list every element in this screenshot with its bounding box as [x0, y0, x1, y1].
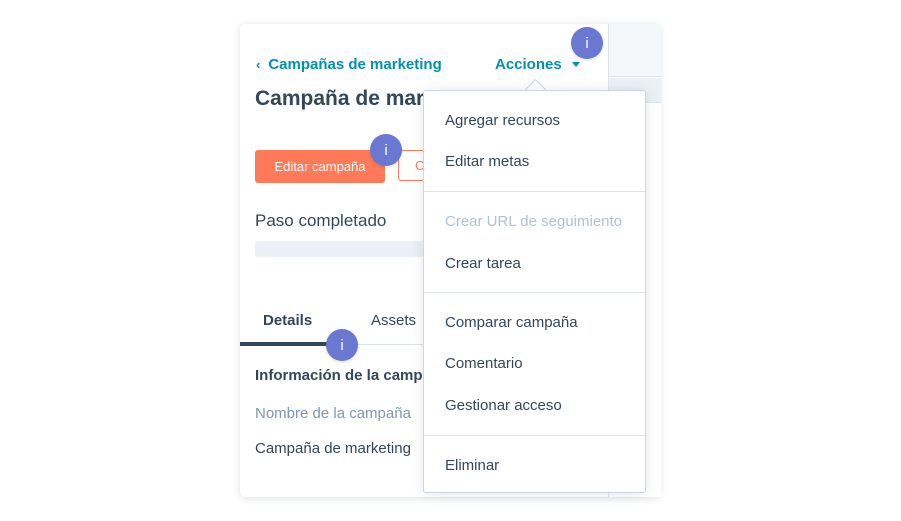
menu-item-create-task[interactable]: Crear tarea: [445, 255, 521, 272]
chevron-left-icon: ‹: [256, 56, 261, 72]
section-heading: Información de la campaña: [255, 367, 425, 384]
menu-item-create-tracking-url: Crear URL de seguimiento: [445, 213, 623, 230]
right-column-header: [609, 24, 661, 77]
breadcrumb-back-link[interactable]: ‹ Campañas de marketing: [256, 54, 442, 74]
menu-divider: [424, 292, 645, 293]
menu-divider: [424, 191, 645, 192]
active-tab-indicator: [240, 342, 330, 346]
page-title: Campaña de marketing de goteo por correo: [255, 87, 425, 110]
menu-item-edit-goals[interactable]: Editar metas: [445, 153, 529, 170]
tab-assets[interactable]: Assets: [371, 312, 416, 329]
caret-down-icon: [571, 61, 580, 67]
breadcrumb-label: Campañas de marketing: [268, 55, 442, 73]
actions-menu: Agregar recursos Editar metas Crear URL …: [423, 90, 646, 493]
info-badge-icon[interactable]: i: [571, 27, 603, 59]
menu-divider: [424, 435, 645, 436]
actions-dropdown-button[interactable]: Acciones: [495, 54, 580, 74]
progress-label: Paso completado: [255, 211, 387, 230]
info-badge-icon[interactable]: i: [370, 134, 402, 166]
menu-item-add-assets[interactable]: Agregar recursos: [445, 112, 560, 129]
menu-item-delete[interactable]: Eliminar: [445, 457, 499, 474]
campaign-name-label: Nombre de la campaña: [255, 405, 411, 422]
actions-label: Acciones: [495, 55, 562, 73]
info-badge-icon[interactable]: i: [326, 329, 358, 361]
tab-details[interactable]: Details: [263, 312, 312, 329]
menu-item-compare-campaign[interactable]: Comparar campaña: [445, 314, 578, 331]
edit-campaign-button[interactable]: Editar campaña: [255, 150, 385, 183]
progress-bar: [255, 241, 425, 257]
campaign-name-value: Campaña de marketing: [255, 440, 411, 457]
menu-item-manage-access[interactable]: Gestionar acceso: [445, 397, 562, 414]
menu-item-comment[interactable]: Comentario: [445, 355, 523, 372]
